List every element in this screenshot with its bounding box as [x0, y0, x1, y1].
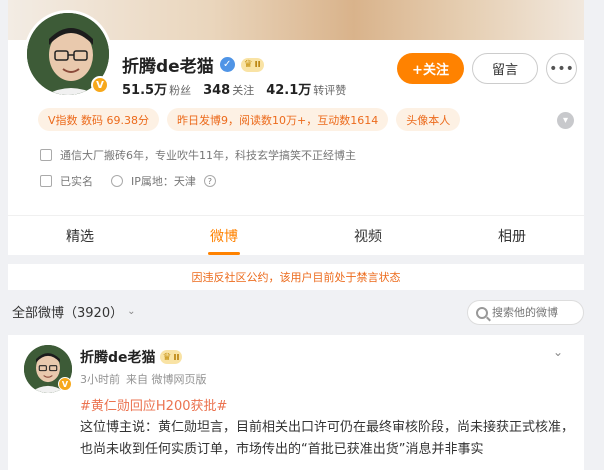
post-author-name[interactable]: 折腾de老猫 [80, 347, 156, 367]
bio-line: 通信大厂搬砖6年，专业吹牛11年，科技玄学搞笑不正经博主 [40, 147, 356, 163]
bio-icon [40, 149, 52, 161]
tag-avatar-real[interactable]: 头像本人 [396, 108, 461, 131]
post-body: 这位博主说：黄仁勋坦言，目前相关出口许可仍在最终审核阶段，尚未接获正式核准，也尚… [80, 420, 575, 457]
tab-featured[interactable]: 精选 [8, 216, 152, 255]
feed-filter[interactable]: 全部微博（3920） ⌄ [12, 302, 135, 321]
real-name-text: 已实名 [60, 175, 93, 188]
ip-location-text: IP属地：天津 [131, 175, 196, 188]
verified-v-badge: V [91, 76, 109, 94]
profile-stats: 51.5万 粉丝 348 关注 42.1万 转评赞 [122, 79, 346, 98]
profile-tabs: 精选 微博 视频 相册 [8, 215, 584, 255]
profile-tags: V指数 数码 69.38分 昨日发博9，阅读数10万+，互动数1614 头像本人 [38, 108, 461, 131]
info-line: 已实名 IP属地：天津 ? [40, 173, 216, 189]
stat-followers[interactable]: 51.5万 粉丝 [122, 79, 191, 98]
chevron-down-icon[interactable]: ▾ [557, 112, 574, 129]
vip-level: II [254, 60, 261, 69]
verified-icon[interactable]: ✓ [219, 57, 235, 72]
profile-card: V 折腾de老猫 ✓ ♛ II 51.5万 粉丝 348 关注 42.1万 转评赞 +… [8, 0, 584, 255]
vip-badge[interactable]: ♛ II [159, 350, 183, 364]
stat-likes[interactable]: 42.1万 转评赞 [266, 79, 346, 98]
vip-badge[interactable]: ♛ II [240, 57, 264, 72]
post-hashtag[interactable]: #黄仁勋回应H200获批# [80, 395, 227, 414]
stat-number: 51.5万 [122, 83, 168, 98]
verified-v-badge: V [58, 377, 72, 391]
location-icon [111, 175, 123, 187]
post-card: V 折腾de老猫 ♛ II 3小时前 来自 微博网页版 ⌄ #黄仁勋回应H200… [8, 335, 584, 470]
profile-name: 折腾de老猫 [122, 57, 214, 77]
stat-number: 348 [203, 83, 231, 98]
stat-label: 粉丝 [169, 84, 192, 97]
bio-text: 通信大厂搬砖6年，专业吹牛11年，科技玄学搞笑不正经博主 [60, 149, 356, 162]
stat-number: 42.1万 [266, 83, 312, 98]
ban-notice: 因违反社区公约，该用户目前处于禁言状态 [8, 264, 584, 290]
profile-name-row: 折腾de老猫 ✓ ♛ II [122, 52, 264, 77]
post-meta: 3小时前 来自 微博网页版 [80, 371, 207, 387]
help-icon[interactable]: ? [203, 175, 216, 187]
search-input[interactable] [492, 306, 582, 319]
post-time[interactable]: 3小时前 [80, 371, 120, 387]
follow-button[interactable]: +关注 [397, 53, 464, 84]
stat-label: 关注 [232, 84, 255, 97]
more-icon[interactable]: ••• [546, 53, 577, 84]
message-button[interactable]: 留言 [472, 53, 538, 84]
crown-icon: ♛ [162, 351, 172, 363]
tag-yesterday-stats[interactable]: 昨日发博9，阅读数10万+，互动数1614 [167, 108, 389, 131]
tag-v-index[interactable]: V指数 数码 69.38分 [38, 108, 160, 131]
id-card-icon [40, 175, 52, 187]
search-icon [476, 306, 488, 319]
stat-following[interactable]: 348 关注 [203, 79, 254, 98]
feed-filter-label: 全部微博（3920） [12, 306, 124, 321]
chevron-down-icon[interactable]: ⌄ [553, 345, 563, 359]
crown-icon: ♛ [243, 59, 253, 70]
post-author-row: 折腾de老猫 ♛ II [80, 347, 183, 367]
stat-label: 转评赞 [313, 84, 347, 97]
tab-album[interactable]: 相册 [440, 216, 584, 255]
vip-level: II [173, 352, 180, 362]
search-box[interactable] [467, 300, 584, 325]
tab-video[interactable]: 视频 [296, 216, 440, 255]
post-source: 来自 微博网页版 [126, 373, 207, 386]
tab-weibo[interactable]: 微博 [152, 216, 296, 255]
chevron-down-icon: ⌄ [127, 306, 136, 317]
